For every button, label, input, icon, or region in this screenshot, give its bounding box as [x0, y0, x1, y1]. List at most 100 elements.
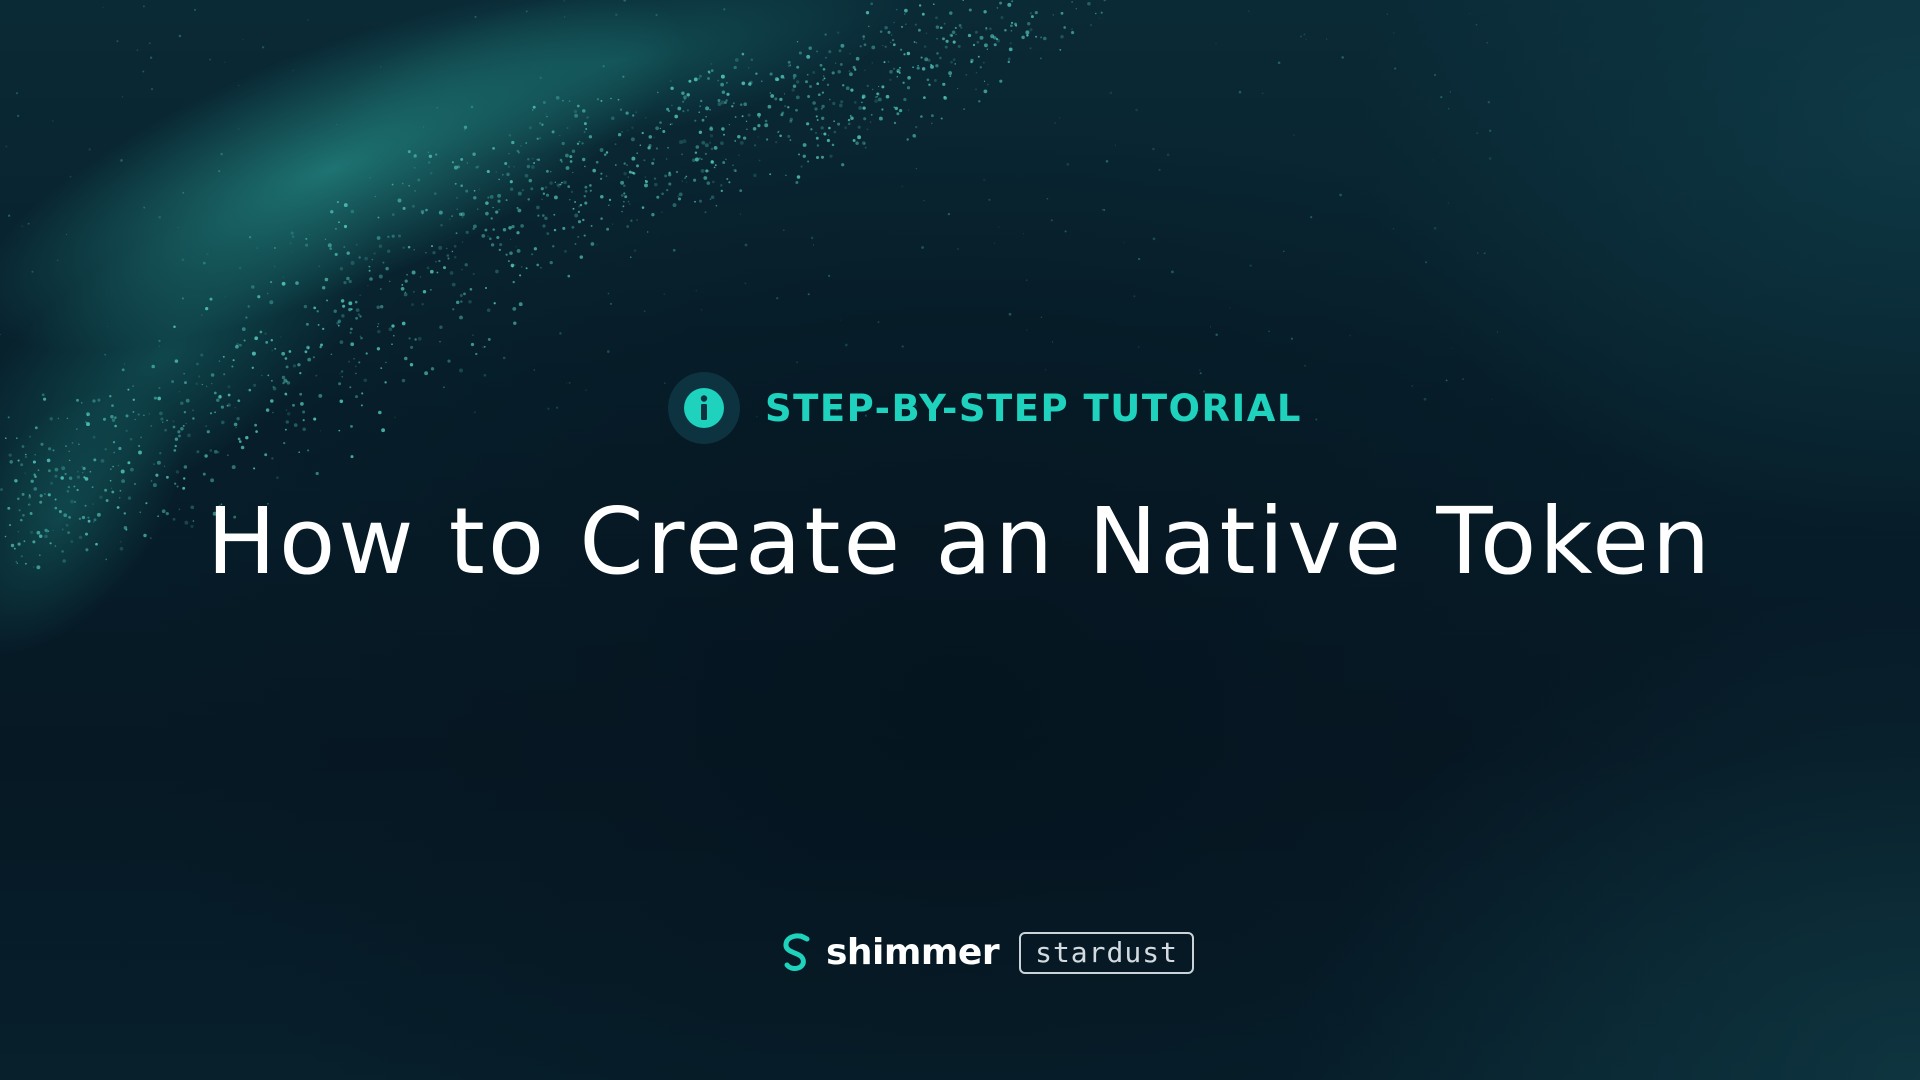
- particle: [584, 189, 588, 193]
- particle: [698, 130, 703, 134]
- particle: [1029, 28, 1033, 32]
- particle: [848, 70, 851, 73]
- particle: [595, 160, 599, 164]
- particle: [717, 79, 720, 82]
- particle: [111, 418, 116, 422]
- particle: [671, 104, 673, 107]
- particle: [956, 247, 960, 251]
- particle: [709, 198, 712, 201]
- particle: [844, 126, 848, 130]
- particle: [855, 56, 860, 61]
- particle: [542, 192, 546, 195]
- particle: [1315, 418, 1318, 421]
- particle: [692, 158, 696, 162]
- particle: [717, 99, 721, 102]
- particle: [612, 223, 614, 225]
- particle: [1007, 2, 1012, 7]
- particle: [206, 253, 209, 256]
- particle: [852, 139, 856, 142]
- particle: [621, 210, 623, 213]
- particle: [324, 238, 327, 240]
- particle: [305, 243, 309, 247]
- particle: [477, 208, 479, 210]
- particle: [822, 79, 824, 81]
- particle: [1425, 261, 1428, 264]
- particle: [553, 213, 556, 216]
- particle: [975, 71, 978, 74]
- particle: [1040, 316, 1043, 319]
- particle: [605, 175, 608, 177]
- particle: [68, 459, 71, 462]
- particle: [1000, 16, 1004, 20]
- particle: [209, 449, 213, 452]
- particle: [27, 222, 30, 225]
- particle: [903, 53, 906, 56]
- particle: [104, 353, 107, 356]
- particle: [267, 374, 270, 377]
- particle: [681, 180, 684, 182]
- particle: [527, 198, 530, 201]
- particle: [68, 476, 73, 480]
- particle: [448, 218, 451, 221]
- particle: [498, 248, 501, 252]
- particle: [502, 227, 507, 232]
- particle: [582, 109, 586, 113]
- particle: [1051, 341, 1054, 343]
- particle: [150, 87, 154, 91]
- particle: [669, 123, 672, 126]
- particle: [307, 357, 312, 362]
- particle: [517, 208, 522, 213]
- particle: [609, 302, 613, 305]
- particle: [350, 327, 353, 331]
- particle: [531, 157, 534, 160]
- particle: [271, 349, 273, 352]
- particle: [920, 115, 923, 118]
- particle: [447, 257, 450, 260]
- particle: [334, 252, 338, 256]
- particle: [429, 172, 433, 175]
- particle: [350, 425, 353, 428]
- particle: [391, 234, 395, 238]
- particle: [983, 89, 988, 94]
- particle: [901, 345, 904, 348]
- particle: [353, 357, 355, 360]
- particle: [1008, 312, 1012, 316]
- particle: [695, 145, 700, 149]
- particle: [833, 120, 835, 123]
- particle: [486, 169, 490, 174]
- particle: [644, 179, 647, 182]
- particle: [196, 362, 199, 366]
- particle: [227, 403, 231, 407]
- particle: [903, 13, 906, 15]
- particle: [424, 371, 429, 376]
- particle: [654, 182, 658, 187]
- particle: [907, 109, 910, 111]
- particle: [870, 114, 873, 116]
- particle: [935, 25, 940, 29]
- particle: [614, 143, 617, 146]
- particle: [918, 4, 922, 7]
- particle: [488, 237, 492, 241]
- particle: [227, 393, 231, 397]
- particle: [874, 96, 877, 98]
- particle: [715, 204, 718, 207]
- particle: [630, 137, 635, 142]
- particle: [183, 465, 188, 469]
- particle: [330, 353, 333, 356]
- particle: [159, 452, 162, 455]
- particle: [866, 84, 869, 88]
- particle: [817, 93, 821, 97]
- particle: [487, 337, 491, 341]
- particle: [622, 75, 625, 78]
- particle: [248, 236, 252, 239]
- particle: [75, 428, 78, 431]
- particle: [902, 81, 905, 84]
- particle: [682, 110, 685, 113]
- particle: [655, 13, 658, 17]
- particle: [855, 141, 859, 145]
- particle: [121, 96, 123, 98]
- particle: [490, 217, 493, 220]
- particle: [295, 281, 299, 285]
- particle: [512, 280, 515, 284]
- particle: [950, 60, 953, 64]
